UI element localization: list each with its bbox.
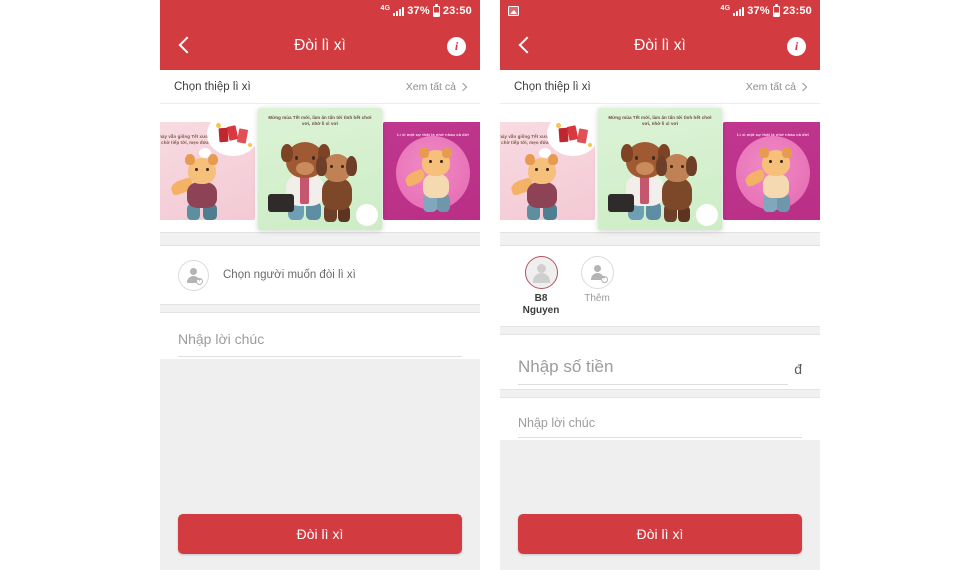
status-bar: 4G 37% 23:50 [500,0,820,22]
currency-label: đ [794,361,802,377]
card-option-pink[interactable]: Tết này vẫn giống Tết xưa Anh chờ tiếp t… [500,122,595,220]
add-contact-button[interactable]: + Thêm [574,256,620,305]
amount-input[interactable] [518,347,789,385]
card-option-magenta[interactable]: Lì xì một sự thật là nhớ nhau cả đời [723,122,820,220]
battery-icon [432,3,440,17]
submit-button[interactable]: Đòi lì xì [518,514,802,554]
card-section-title: Chọn thiệp lì xì [514,80,591,93]
see-all-label: Xem tất cả [745,80,796,93]
battery-percent-label: 37% [407,5,430,17]
page-title: Đòi lì xì [634,37,686,54]
person-add-icon: + [178,259,209,291]
network-type-label: 4G [380,4,391,12]
card-section-title: Chọn thiệp lì xì [174,80,251,93]
network-type-label: 4G [720,4,731,12]
selected-contacts-row: B8 Nguyen + Thêm [500,246,820,326]
card-option-magenta[interactable]: Lì xì một sự thật là nhớ nhau cả đời [383,122,480,220]
wish-input[interactable] [518,406,802,438]
card-option-pink[interactable]: Tết này vẫn giống Tết xưa Anh chờ tiếp t… [160,122,255,220]
card-caption: Lì xì một sự thật là nhớ nhau cả đời [737,132,809,137]
card-caption: Mừng mùa Tết mới, làm ăn tấn tới tình hế… [268,115,372,126]
section-divider [500,232,820,246]
chevron-left-icon[interactable] [174,35,196,57]
see-all-button[interactable]: Xem tất cả [745,80,808,93]
page-title: Đòi lì xì [294,37,346,54]
amount-field-container: đ [500,335,820,389]
contact-name-label: B8 Nguyen [522,293,560,316]
signal-bars-icon [393,6,405,16]
screenshot-stage: 4G 37% 23:50 Đòi lì xì i Chọn thiệp lì x… [0,0,960,570]
card-option-green[interactable]: Mừng mùa Tết mới, làm ăn tấn tới tình hế… [258,108,382,230]
person-add-icon: + [580,256,614,289]
app-bar: Đòi lì xì i [160,22,480,70]
phone-screen-right: 4G 37% 23:50 Đòi lì xì i Chọn thiệp lì x… [500,0,820,570]
gallery-icon [508,6,519,16]
info-icon[interactable]: i [787,36,806,56]
wish-field-container [160,313,480,359]
contact-picker-row[interactable]: + Chọn người muốn đòi lì xì [160,246,480,304]
footer-area: Đòi lì xì [160,359,480,570]
submit-button[interactable]: Đòi lì xì [178,514,462,554]
contact-picker-label: Chọn người muốn đòi lì xì [223,269,356,281]
section-divider [160,304,480,313]
wish-input[interactable] [178,321,462,357]
clock-label: 23:50 [782,5,812,17]
see-all-label: Xem tất cả [405,80,456,93]
status-bar: 4G 37% 23:50 [160,0,480,22]
card-caption: Mừng mùa Tết mới, làm ăn tấn tới tình hế… [608,115,712,126]
chevron-right-icon [798,82,808,91]
card-carousel[interactable]: Tết này vẫn giống Tết xưa Anh chờ tiếp t… [160,104,480,232]
battery-percent-label: 37% [747,5,770,17]
card-option-green[interactable]: Mừng mùa Tết mới, làm ăn tấn tới tình hế… [598,108,722,230]
signal-bars-icon [733,6,745,16]
chevron-right-icon [458,82,468,91]
add-contact-label: Thêm [584,293,610,304]
card-carousel[interactable]: Tết này vẫn giống Tết xưa Anh chờ tiếp t… [500,104,820,232]
info-icon[interactable]: i [447,36,466,56]
footer-area: Đòi lì xì [500,440,820,570]
phone-screen-left: 4G 37% 23:50 Đòi lì xì i Chọn thiệp lì x… [160,0,480,570]
clock-label: 23:50 [442,5,472,17]
app-bar: Đòi lì xì i [500,22,820,70]
wish-field-container [500,398,820,440]
section-divider [500,326,820,335]
battery-icon [772,3,780,17]
card-section-header: Chọn thiệp lì xì Xem tất cả [500,70,820,104]
chevron-left-icon[interactable] [514,35,536,57]
section-divider [500,389,820,398]
section-divider [160,232,480,246]
card-caption: Lì xì một sự thật là nhớ nhau cả đời [397,132,469,137]
card-section-header: Chọn thiệp lì xì Xem tất cả [160,70,480,104]
see-all-button[interactable]: Xem tất cả [405,80,468,93]
avatar-icon [524,256,558,289]
contact-chip-selected[interactable]: B8 Nguyen [518,256,564,317]
